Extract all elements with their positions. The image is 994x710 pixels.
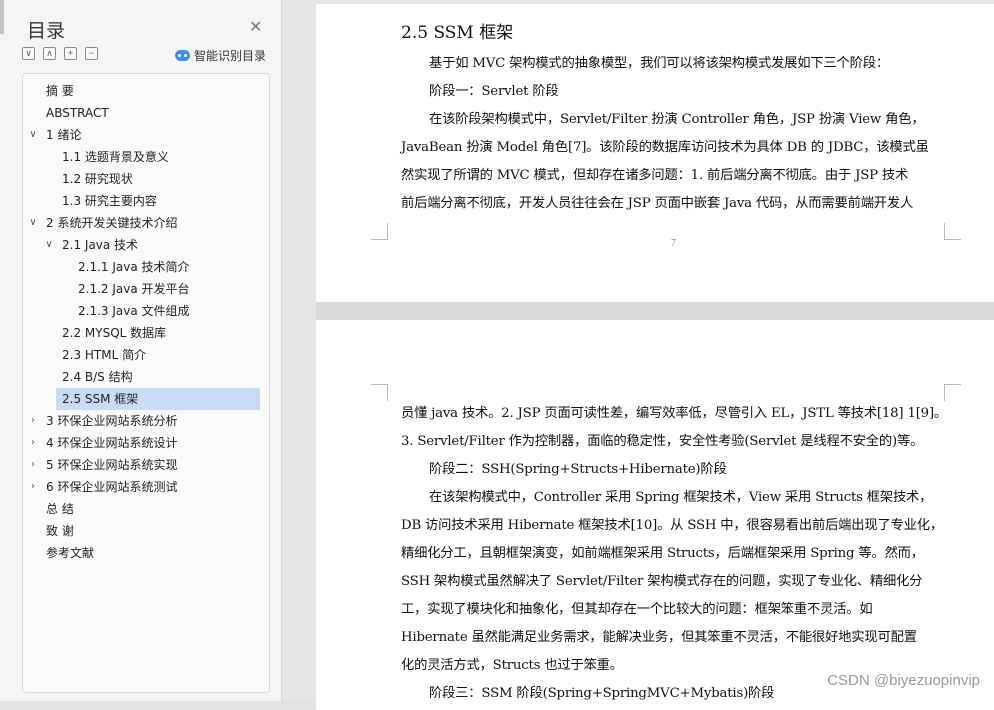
toc-item[interactable]: 1.1 选题背景及意义 — [23, 146, 269, 168]
toc-item-label: 2.3 HTML 简介 — [62, 348, 147, 362]
paragraph-line: 在该阶段架构模式中，Servlet/Filter 扮演 Controller 角… — [429, 112, 925, 127]
toc-item[interactable]: ∨ 1 绪论 — [23, 124, 269, 146]
toc-item-label: ABSTRACT — [46, 106, 109, 120]
toc-item[interactable]: 2.5 SSM 框架 — [56, 388, 260, 410]
toc-item[interactable]: › 5 环保企业网站系统实现 — [23, 454, 269, 476]
toc-item-label: 摘 要 — [46, 84, 74, 98]
paragraph-line: 基于如 MVC 架构模式的抽象模型，我们可以将该架构模式发展如下三个阶段： — [429, 56, 889, 71]
toc-item-label: 2.1 Java 技术 — [62, 238, 139, 252]
paragraph-line: Hibernate 虽然能满足业务需求，能解决业务，但其笨重不灵活，不能很好地实… — [401, 630, 917, 645]
toc-item-label: 总 结 — [46, 502, 74, 516]
toc-item[interactable]: 1.2 研究现状 — [23, 168, 269, 190]
nav-scroll-indicator[interactable] — [0, 0, 4, 34]
toc-item[interactable]: › 3 环保企业网站系统分析 — [23, 410, 269, 432]
toc-item[interactable]: 2.2 MYSQL 数据库 — [23, 322, 269, 344]
toc-item-label: 1.1 选题背景及意义 — [62, 150, 169, 164]
toc-item-label: 1.3 研究主要内容 — [62, 194, 157, 208]
smart-toc-label: 智能识别目录 — [194, 49, 267, 63]
toc-item[interactable]: ∨ 2 系统开发关键技术介绍 — [23, 212, 269, 234]
toc-item-label: 2.1.3 Java 文件组成 — [78, 304, 190, 318]
toc-item-label: 2.1.2 Java 开发平台 — [78, 282, 190, 296]
toc-item[interactable]: 总 结 — [23, 498, 269, 520]
toc-nav-pane: 目录 ✕ ∨ ∧ + − 智能识别目录 摘 要 ABSTRACT ∨ 1 绪论 1.1 … — [0, 0, 282, 701]
watermark: CSDN @biyezuopinvip — [827, 672, 980, 689]
toc-item[interactable]: 2.4 B/S 结构 — [23, 366, 269, 388]
page-corner-mark — [371, 384, 388, 401]
paragraph-line: 阶段一：Servlet 阶段 — [429, 84, 559, 99]
toc-item[interactable]: 参考文献 — [23, 542, 269, 564]
toc-item[interactable]: 2.1.1 Java 技术简介 — [23, 256, 269, 278]
collapse-icon[interactable]: − — [85, 47, 98, 60]
nav-toolbar: ∨ ∧ + − — [22, 47, 98, 60]
toc-item[interactable]: 致 谢 — [23, 520, 269, 542]
toc-list: 摘 要 ABSTRACT ∨ 1 绪论 1.1 选题背景及意义 1.2 研究现状 1.3 研… — [22, 73, 270, 693]
toc-item[interactable]: 2.3 HTML 简介 — [23, 344, 269, 366]
page-corner-mark — [944, 223, 961, 240]
paragraph-line: 阶段二：SSH(Spring+Structs+Hibernate)阶段 — [429, 462, 727, 477]
ai-robot-icon — [175, 50, 190, 61]
page-corner-mark — [944, 384, 961, 401]
toc-item[interactable]: 2.1.3 Java 文件组成 — [23, 300, 269, 322]
collapse-all-icon[interactable]: ∨ — [22, 47, 35, 60]
page-number: 7 — [671, 238, 676, 249]
toc-item-label: 6 环保企业网站系统测试 — [46, 480, 178, 494]
toc-item-label: 1.2 研究现状 — [62, 172, 133, 186]
toc-item[interactable]: 1.3 研究主要内容 — [23, 190, 269, 212]
toc-item-label: 3 环保企业网站系统分析 — [46, 414, 178, 428]
paragraph-line: 前后端分离不彻底，开发人员往往会在 JSP 页面中嵌套 Java 代码，从而需要… — [401, 196, 914, 211]
toc-item[interactable]: 2.1.2 Java 开发平台 — [23, 278, 269, 300]
paragraph-line: 然实现了所谓的 MVC 模式，但却存在诸多问题：1. 前后端分离不彻底。由于 J… — [401, 168, 909, 183]
close-icon[interactable]: ✕ — [249, 17, 262, 37]
toc-item[interactable]: ABSTRACT — [23, 102, 269, 124]
toc-item-label: 1 绪论 — [46, 128, 82, 142]
paragraph-line: 工，实现了模块化和抽象化，但其却存在一个比较大的问题：框架笨重不灵活。如 — [401, 602, 873, 617]
paragraph-line: 3. Servlet/Filter 作为控制器，面临的稳定性，安全性考验(Ser… — [401, 434, 924, 449]
paragraph-line: SSH 架构模式虽然解决了 Servlet/Filter 架构模式存在的问题，实… — [401, 574, 923, 589]
toc-item-label: 2.1.1 Java 技术简介 — [78, 260, 190, 274]
toc-item-label: 5 环保企业网站系统实现 — [46, 458, 178, 472]
chevron-right-icon[interactable]: › — [27, 432, 39, 454]
toc-item-label: 2.2 MYSQL 数据库 — [62, 326, 167, 340]
document-area: ▾ 2.5 SSM 框架 7 基于如 MVC 架构模式的抽象模型，我们可以将该架… — [282, 0, 994, 710]
toc-item-label: 2.5 SSM 框架 — [62, 392, 139, 406]
page-separator — [316, 302, 994, 320]
toc-item[interactable]: › 6 环保企业网站系统测试 — [23, 476, 269, 498]
collapse-level-icon[interactable]: ∧ — [43, 47, 56, 60]
toc-item-label: 致 谢 — [46, 524, 74, 538]
toc-item[interactable]: ∨ 2.1 Java 技术 — [23, 234, 269, 256]
paragraph-line: DB 访问技术采用 Hibernate 框架技术[10]。从 SSH 中，很容易… — [401, 518, 943, 533]
document-page-1: 2.5 SSM 框架 7 基于如 MVC 架构模式的抽象模型，我们可以将该架构模… — [316, 4, 994, 302]
toc-item-label: 参考文献 — [46, 546, 95, 560]
nav-title: 目录 — [27, 20, 66, 42]
paragraph-line: 精细化分工，且朝框架演变，如前端框架采用 Structs，后端框架采用 Spri… — [401, 546, 924, 561]
paragraph-line: 员懂 java 技术。2. JSP 页面可读性差，编写效率低，尽管引入 EL，J… — [401, 406, 948, 421]
paragraph-line: JavaBean 扮演 Model 角色[7]。该阶段的数据库访问技术为具体 D… — [401, 140, 929, 155]
smart-toc-button[interactable]: 智能识别目录 — [175, 47, 266, 64]
chevron-right-icon[interactable]: › — [27, 476, 39, 498]
expand-icon[interactable]: + — [64, 47, 77, 60]
toc-item-label: 2 系统开发关键技术介绍 — [46, 216, 178, 230]
paragraph-line: 化的灵活方式，Structs 也过于笨重。 — [401, 658, 623, 673]
toc-item-label: 4 环保企业网站系统设计 — [46, 436, 178, 450]
chevron-down-icon[interactable]: ∨ — [27, 212, 39, 234]
toc-item[interactable]: 摘 要 — [23, 80, 269, 102]
chevron-down-icon[interactable]: ∨ — [27, 124, 39, 146]
toc-item[interactable]: › 4 环保企业网站系统设计 — [23, 432, 269, 454]
paragraph-line: 在该架构模式中，Controller 采用 Spring 框架技术，View 采… — [429, 490, 933, 505]
toc-item-label: 2.4 B/S 结构 — [62, 370, 133, 384]
section-heading: 2.5 SSM 框架 — [401, 23, 514, 43]
page-corner-mark — [371, 223, 388, 240]
document-page-2: 员懂 java 技术。2. JSP 页面可读性差，编写效率低，尽管引入 EL，J… — [316, 320, 994, 710]
chevron-right-icon[interactable]: › — [27, 410, 39, 432]
chevron-right-icon[interactable]: › — [27, 454, 39, 476]
chevron-down-icon[interactable]: ∨ — [43, 234, 55, 256]
